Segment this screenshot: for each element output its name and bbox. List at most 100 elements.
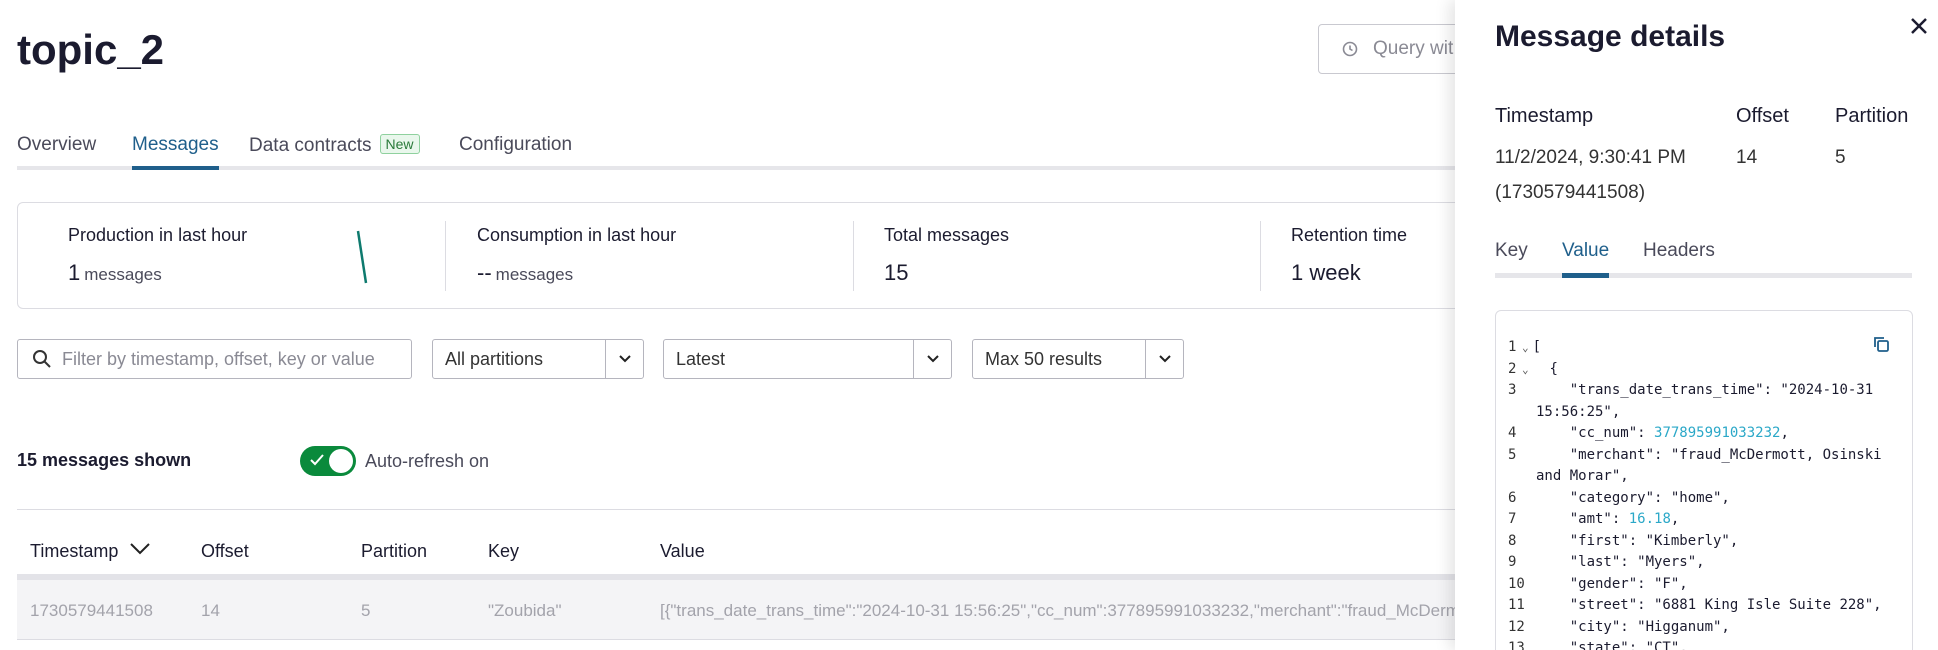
code-token: "amt": [1536, 511, 1629, 527]
drawer-tabs: Key Value Headers [1495, 238, 1912, 278]
stat-unit: messages [84, 265, 162, 284]
auto-refresh-toggle[interactable] [300, 446, 356, 476]
tab-label: Overview [17, 134, 97, 155]
position-select-value: Latest [676, 348, 726, 369]
partition-label: Partition [1835, 105, 1909, 127]
main-panel: topic_2 Query wit Overview Messages Data… [0, 0, 1455, 650]
tab-configuration[interactable]: Configuration [459, 134, 572, 170]
stat-divider [445, 221, 446, 291]
position-select[interactable]: Latest [663, 339, 952, 379]
table-divider [17, 509, 1455, 510]
code-line: 13 "state": "CT", [1496, 638, 1912, 650]
partition-value: 5 [1835, 147, 1846, 168]
column-header-timestamp[interactable]: Timestamp [30, 541, 151, 562]
stats-card: Production in last hour 1 messages Consum… [17, 202, 1455, 309]
tab-overview[interactable]: Overview [17, 134, 96, 170]
timestamp-formatted: 11/2/2024, 9:30:41 PM [1495, 147, 1686, 168]
stat-label: Retention time [1291, 225, 1408, 245]
stat-divider [853, 221, 854, 291]
chevron-down-icon [913, 340, 951, 378]
stat-value: 1 [68, 260, 81, 285]
query-button-label: Query wit [1373, 38, 1454, 59]
sort-desc-icon [130, 543, 151, 555]
stat-label: Total messages [884, 225, 1010, 245]
code-token: "trans_date_trans_time": "2024-10-31 15:… [1536, 382, 1882, 420]
fold-chevron-icon[interactable]: ⌄ [1522, 341, 1529, 354]
line-number: 10 [1508, 575, 1525, 592]
fold-chevron-icon[interactable]: ⌄ [1522, 363, 1529, 376]
code-token: "first": "Kimberly", [1536, 532, 1739, 549]
column-header-label: Timestamp [30, 541, 119, 561]
tab-label: Data contracts [249, 135, 372, 156]
tab-label: Messages [132, 134, 219, 155]
stat-total: Total messages 15 [884, 225, 1009, 286]
timestamp-value: 11/2/2024, 9:30:41 PM (1730579441508) [1495, 140, 1686, 210]
close-icon[interactable] [1907, 14, 1931, 38]
code-text: "amt": 16.18, [1536, 509, 1896, 531]
production-sparkline [356, 230, 368, 284]
code-text: "category": "home", [1536, 488, 1896, 510]
code-token: "street": "6881 King Isle Suite 228", [1536, 597, 1882, 613]
chevron-down-icon [1145, 340, 1183, 378]
limit-select[interactable]: Max 50 results [972, 339, 1184, 379]
column-header-key[interactable]: Key [488, 541, 519, 562]
column-header-value[interactable]: Value [660, 541, 705, 562]
cell-offset: 14 [201, 601, 220, 620]
line-number: 4 [1508, 425, 1517, 441]
code-text: "first": "Kimberly", [1536, 531, 1896, 553]
code-token: "gender": "F", [1536, 575, 1688, 592]
code-text: "city": "Higganum", [1536, 617, 1896, 639]
code-line: 4 "cc_num": 377895991033232, [1496, 423, 1912, 445]
code-token: "city": "Higganum", [1536, 618, 1730, 635]
search-icon [33, 350, 51, 368]
query-button[interactable]: Query wit [1318, 24, 1455, 74]
code-token: "merchant": "fraud_McDermott, Osinski an… [1536, 446, 1891, 485]
messages-shown-count: 15 messages shown [17, 450, 192, 470]
drawer-tab-headers[interactable]: Headers [1643, 240, 1715, 278]
stat-consumption: Consumption in last hour -- messages [477, 225, 676, 286]
line-number: 6 [1508, 489, 1517, 506]
code-line: 3 "trans_date_trans_time": "2024-10-31 1… [1496, 380, 1912, 423]
chevron-down-icon [605, 340, 643, 378]
drawer-tab-value[interactable]: Value [1562, 240, 1610, 278]
cell-partition: 5 [361, 601, 371, 620]
code-viewer: 1 ⌄[2 ⌄ {3 "trans_date_trans_time": "2024-… [1495, 310, 1913, 650]
column-header-partition[interactable]: Partition [361, 541, 427, 562]
cell-value: [{"trans_date_trans_time":"2024-10-31 15… [660, 601, 1455, 620]
stat-unit: messages [495, 265, 574, 284]
line-number: 5 [1508, 446, 1517, 463]
auto-refresh-label: Auto-refresh on [365, 451, 490, 471]
tab-messages[interactable]: Messages [132, 134, 219, 170]
message-details-drawer: Message details Timestamp 11/2/2024, 9:3… [1455, 0, 1938, 650]
timestamp-label: Timestamp [1495, 105, 1594, 127]
line-number: 9 [1508, 554, 1517, 570]
new-badge: New [379, 134, 420, 154]
stat-label: Production in last hour [68, 225, 248, 245]
code-text: "street": "6881 King Isle Suite 228", [1536, 595, 1896, 617]
code-token: { [1532, 360, 1558, 377]
code-token: "last": "Myers", [1536, 554, 1705, 570]
code-text: "cc_num": 377895991033232, [1536, 423, 1896, 445]
limit-select-value: Max 50 results [985, 348, 1103, 369]
column-header-offset[interactable]: Offset [201, 541, 249, 562]
line-number: 13 [1508, 640, 1525, 650]
code-number-token: 377895991033232 [1654, 425, 1781, 441]
code-number-token: 16.18 [1628, 511, 1671, 527]
drawer-tab-key[interactable]: Key [1495, 240, 1528, 278]
tab-label: Configuration [459, 134, 573, 155]
code-token: [ [1532, 339, 1542, 355]
offset-label: Offset [1736, 105, 1789, 127]
code-line: 11 "street": "6881 King Isle Suite 228", [1496, 595, 1912, 617]
partition-select-value: All partitions [445, 348, 544, 369]
code-text: "trans_date_trans_time": "2024-10-31 15:… [1536, 380, 1896, 423]
check-icon [310, 454, 324, 466]
line-number: 1 [1508, 339, 1517, 355]
partition-select[interactable]: All partitions [432, 339, 644, 379]
tab-data-contracts[interactable]: Data contracts New [249, 134, 420, 170]
stat-production: Production in last hour 1 messages [68, 225, 247, 286]
cell-key: "Zoubida" [488, 601, 562, 620]
stat-label: Consumption in last hour [477, 225, 677, 245]
code-token: "state": "CT", [1536, 640, 1688, 650]
code-line: 10 "gender": "F", [1496, 574, 1912, 596]
search-input[interactable] [62, 348, 392, 370]
